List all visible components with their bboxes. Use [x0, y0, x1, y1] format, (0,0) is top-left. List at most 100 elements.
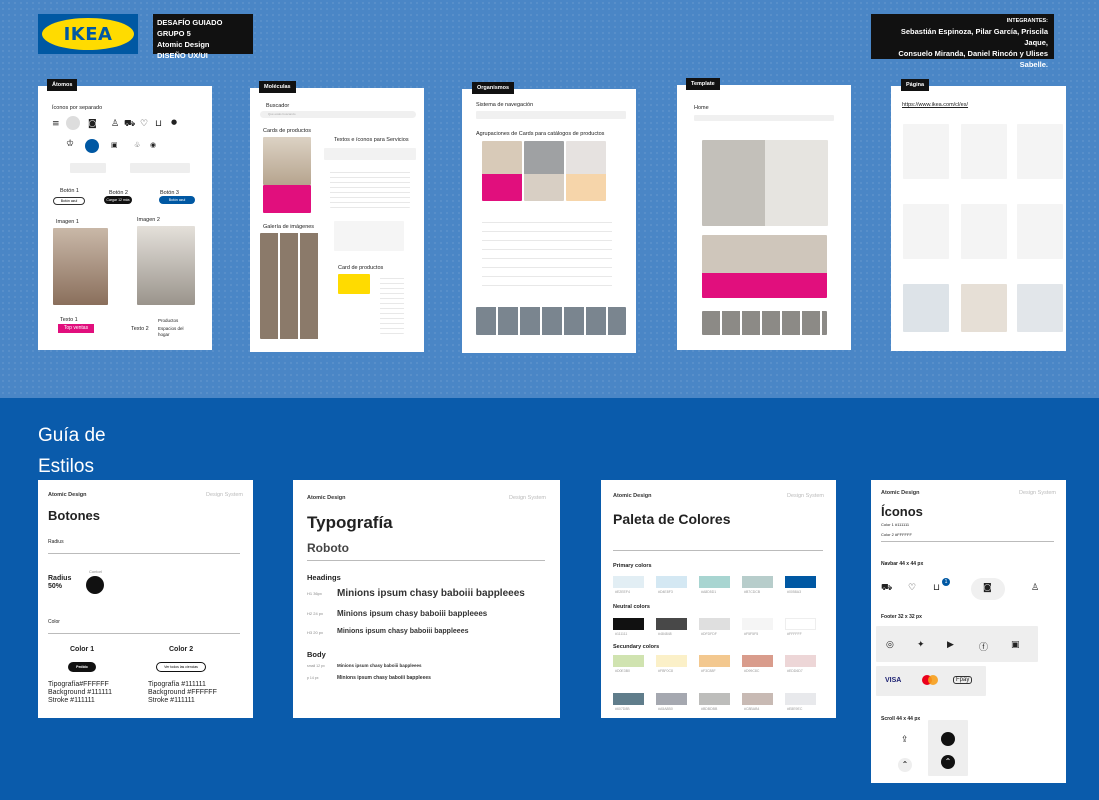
divider: [307, 560, 545, 561]
stage-tag-moleculas: Moléculas: [259, 81, 296, 93]
share-icon[interactable]: ⇪: [901, 735, 909, 745]
neutral-swatch-label: #111111: [615, 632, 628, 636]
chat-icon: ●: [171, 118, 178, 126]
page-url-link[interactable]: https://www.ikea.com/cl/es/: [902, 102, 968, 108]
heart-icon: ♡: [140, 119, 149, 129]
secondary-swatch: [742, 693, 773, 705]
cart-icon[interactable]: ⊔: [933, 583, 940, 593]
heart-icon[interactable]: ♡: [908, 583, 916, 593]
neutral-swatch: [656, 618, 687, 630]
galeria-label: Galería de imágenes: [263, 224, 315, 230]
menu-icon: ≡: [52, 119, 60, 129]
atomic-label: Atomic Design: [307, 495, 346, 501]
radius-pct: 50%: [48, 583, 63, 590]
youtube-icon[interactable]: ▶: [947, 640, 954, 650]
secondary-swatch-label: #F3C88F: [701, 669, 716, 673]
primary-label: Primary colors: [613, 563, 652, 569]
search-input[interactable]: Qué estás buscando: [260, 111, 416, 118]
secondary-swatch-label: #607D8B: [615, 707, 630, 711]
neutral-swatch-label: #484848: [658, 632, 672, 636]
secondary-swatch-label: #A5A8B0: [658, 707, 673, 711]
card-group-2: [524, 141, 564, 201]
fpay-icon: Fpay: [953, 676, 973, 684]
page-thumb-2: [961, 124, 1007, 179]
neutral-swatch-label: #F5F5F5: [744, 632, 759, 636]
scroll-up-dark-icon[interactable]: ⌃: [941, 755, 955, 769]
neutral-swatch: [699, 618, 730, 630]
secondary-swatch-label: #C8BAB4: [744, 707, 760, 711]
camera-icon[interactable]: ◙: [983, 583, 992, 593]
card-product-text: [380, 274, 404, 334]
buscador-label: Buscador: [266, 103, 290, 109]
search-icon: [66, 116, 80, 130]
boton2[interactable]: Cargar 12 más: [104, 196, 132, 204]
typography-title: Typografía: [307, 513, 393, 532]
truck-icon: ⛟: [124, 119, 136, 129]
top-ventas-badge: Top ventas: [58, 324, 94, 333]
espacios-text-2: hogar: [158, 332, 170, 337]
h2-sample: Minions ipsum chasy baboiii bappleees: [337, 609, 488, 618]
download-icon[interactable]: [941, 732, 955, 746]
stage-tag-template: Template: [686, 78, 720, 90]
ds-label: Design System: [509, 495, 546, 501]
template-hero: [702, 140, 828, 226]
h3-sample: Minions ipsum chasy baboiii bappleees: [337, 628, 469, 635]
boton1[interactable]: Botón azul: [53, 197, 85, 205]
color2-button[interactable]: Ver todos las ciencias: [156, 662, 206, 672]
icon-color1: Color 1 #111111: [881, 522, 910, 527]
primary-swatch-label: #0058A3: [787, 590, 802, 594]
scroll-up-light-icon[interactable]: ⌃: [898, 758, 912, 772]
footer-label: Footer 32 x 32 px: [881, 614, 922, 620]
award-icon: ♔: [66, 139, 75, 149]
atomos-frame[interactable]: Íconos por separado ≡ ◙ ♙ ⛟ ♡ ⊔ ● ♔ ▣ ♧ …: [38, 86, 212, 350]
globe-icon: [85, 139, 99, 153]
stage-tag-atomos: Átomos: [47, 79, 78, 91]
primary-swatch: [656, 576, 687, 588]
pagina-frame[interactable]: https://www.ikea.com/cl/es/: [891, 86, 1066, 351]
color1-button[interactable]: Pedido: [68, 662, 96, 672]
boton3[interactable]: Botón azul: [159, 196, 195, 204]
divider: [48, 633, 240, 634]
twitter-icon[interactable]: ✦: [917, 640, 925, 650]
h3-size: H3 20 px: [307, 630, 324, 635]
page-thumb-3: [1017, 124, 1063, 179]
secondary-swatch-label: #FBF0C8: [658, 669, 673, 673]
card-group-3: [566, 141, 606, 201]
facebook-icon[interactable]: ⓕ: [979, 640, 988, 653]
primary-swatch-label: #E2EEF4: [615, 590, 630, 594]
neutral-swatch: [785, 618, 816, 630]
truck-icon[interactable]: ⛟: [881, 583, 892, 594]
imagen1: [53, 228, 108, 305]
secondary-swatch: [699, 655, 730, 667]
template-frame[interactable]: Home: [677, 85, 851, 350]
palette-title: Paleta de Colores: [613, 511, 731, 527]
organismos-frame[interactable]: Sistema de navegación Agrupaciones de Ca…: [462, 89, 636, 353]
neutral-swatch-label: #DFDFDF: [701, 632, 717, 636]
page-thumb-8: [961, 284, 1007, 332]
moleculas-frame[interactable]: Buscador Qué estás buscando Cards de pro…: [250, 88, 424, 352]
body-label: Body: [307, 650, 326, 659]
product-card-image: [263, 137, 311, 185]
p-size: p 14 px: [307, 676, 319, 680]
user-icon[interactable]: ♙: [1031, 583, 1039, 593]
template-cards: [702, 235, 827, 298]
imagen1-label: Imagen 1: [56, 219, 79, 225]
neutral-swatch: [742, 618, 773, 630]
radius-label: Radius: [48, 539, 64, 545]
nav-bar: [476, 111, 626, 119]
secondary-swatch: [656, 655, 687, 667]
social-icons: [130, 163, 190, 173]
color2-specs: Tipografía #111111 Background #FFFFFF Stro…: [148, 681, 217, 704]
radius-note: Contorl: [89, 569, 102, 574]
primary-swatch: [785, 576, 816, 588]
cart-badge: 1: [942, 578, 950, 586]
service-texts: [330, 168, 410, 208]
page-thumb-9: [1017, 284, 1063, 332]
instagram-icon[interactable]: ◎: [886, 640, 894, 650]
guide-title: Guía de Estilos: [38, 425, 106, 477]
radius-value: Radius: [48, 575, 72, 582]
template-nav: [694, 115, 834, 121]
linkedin-icon[interactable]: ▣: [1011, 640, 1020, 650]
secondary-label: Secundary colors: [613, 644, 660, 650]
neutral-swatch: [613, 618, 644, 630]
